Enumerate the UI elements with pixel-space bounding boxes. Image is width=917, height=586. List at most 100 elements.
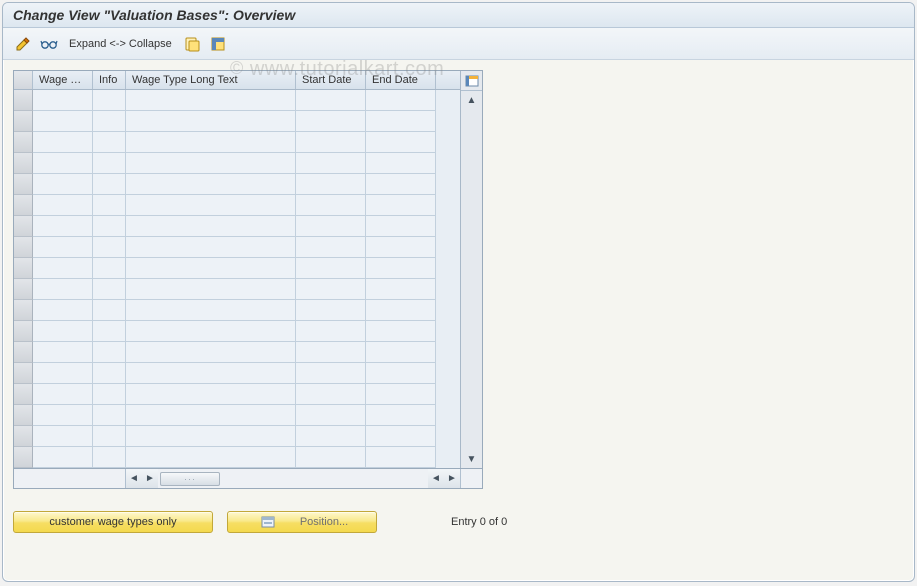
table-cell[interactable] [93, 153, 126, 174]
table-cell[interactable] [366, 363, 436, 384]
table-cell[interactable] [126, 426, 296, 447]
column-wage-type-long-text[interactable]: Wage Type Long Text [126, 71, 296, 89]
table-cell[interactable] [126, 90, 296, 111]
table-cell[interactable] [126, 111, 296, 132]
table-cell[interactable] [296, 153, 366, 174]
table-row[interactable] [14, 342, 460, 363]
table-cell[interactable] [296, 174, 366, 195]
column-row-selector[interactable] [14, 71, 33, 89]
table-row[interactable] [14, 405, 460, 426]
row-selector-cell[interactable] [14, 132, 33, 153]
table-cell[interactable] [33, 426, 93, 447]
table-cell[interactable] [93, 111, 126, 132]
row-selector-cell[interactable] [14, 300, 33, 321]
table-cell[interactable] [296, 111, 366, 132]
table-cell[interactable] [33, 237, 93, 258]
table-row[interactable] [14, 90, 460, 111]
table-cell[interactable] [296, 216, 366, 237]
table-cell[interactable] [296, 426, 366, 447]
table-row[interactable] [14, 195, 460, 216]
scroll-left-end-icon[interactable]: ◄ [428, 469, 444, 488]
table-cell[interactable] [296, 258, 366, 279]
table-cell[interactable] [93, 300, 126, 321]
table-cell[interactable] [296, 195, 366, 216]
row-selector-cell[interactable] [14, 405, 33, 426]
table-cell[interactable] [366, 426, 436, 447]
table-cell[interactable] [126, 447, 296, 468]
column-wage-type[interactable]: Wage Ty... [33, 71, 93, 89]
row-selector-cell[interactable] [14, 111, 33, 132]
table-cell[interactable] [93, 174, 126, 195]
row-selector-cell[interactable] [14, 258, 33, 279]
table-cell[interactable] [366, 90, 436, 111]
table-cell[interactable] [296, 363, 366, 384]
table-cell[interactable] [93, 342, 126, 363]
table-cell[interactable] [126, 258, 296, 279]
row-selector-cell[interactable] [14, 321, 33, 342]
scroll-down-icon[interactable]: ▼ [461, 450, 482, 468]
row-selector-cell[interactable] [14, 426, 33, 447]
table-cell[interactable] [33, 132, 93, 153]
table-cell[interactable] [366, 258, 436, 279]
table-cell[interactable] [366, 405, 436, 426]
scroll-up-icon[interactable]: ▲ [461, 91, 482, 109]
table-cell[interactable] [33, 321, 93, 342]
table-row[interactable] [14, 279, 460, 300]
table-cell[interactable] [126, 300, 296, 321]
change-icon[interactable] [13, 34, 33, 54]
configure-columns-icon[interactable] [461, 71, 482, 91]
table-row[interactable] [14, 132, 460, 153]
table-cell[interactable] [296, 384, 366, 405]
table-cell[interactable] [126, 132, 296, 153]
table-cell[interactable] [126, 195, 296, 216]
table-cell[interactable] [366, 279, 436, 300]
table-cell[interactable] [33, 279, 93, 300]
row-selector-cell[interactable] [14, 90, 33, 111]
table-cell[interactable] [93, 195, 126, 216]
table-cell[interactable] [93, 216, 126, 237]
table-cell[interactable] [93, 321, 126, 342]
table-cell[interactable] [366, 174, 436, 195]
customer-wage-types-button[interactable]: customer wage types only [13, 511, 213, 533]
table-cell[interactable] [33, 216, 93, 237]
column-end-date[interactable]: End Date [366, 71, 436, 89]
select-block-icon[interactable] [208, 34, 228, 54]
table-cell[interactable] [366, 384, 436, 405]
table-cell[interactable] [33, 258, 93, 279]
delimit-icon[interactable] [182, 34, 202, 54]
expand-collapse-button[interactable]: Expand <-> Collapse [65, 38, 176, 50]
table-cell[interactable] [126, 384, 296, 405]
table-cell[interactable] [93, 258, 126, 279]
row-selector-cell[interactable] [14, 237, 33, 258]
column-info[interactable]: Info [93, 71, 126, 89]
row-selector-cell[interactable] [14, 195, 33, 216]
table-cell[interactable] [33, 111, 93, 132]
table-row[interactable] [14, 300, 460, 321]
table-cell[interactable] [93, 132, 126, 153]
table-cell[interactable] [126, 174, 296, 195]
table-cell[interactable] [296, 132, 366, 153]
table-cell[interactable] [366, 153, 436, 174]
row-selector-cell[interactable] [14, 153, 33, 174]
scroll-right-inner-icon[interactable]: ► [142, 469, 158, 488]
row-selector-cell[interactable] [14, 216, 33, 237]
scroll-thumb-horizontal[interactable]: ··· [160, 472, 220, 486]
table-cell[interactable] [33, 342, 93, 363]
table-cell[interactable] [33, 363, 93, 384]
table-cell[interactable] [33, 447, 93, 468]
table-cell[interactable] [296, 447, 366, 468]
table-row[interactable] [14, 258, 460, 279]
table-row[interactable] [14, 153, 460, 174]
horizontal-scrollbar[interactable]: ◄ ► ··· ◄ ► [13, 469, 483, 489]
table-cell[interactable] [33, 384, 93, 405]
scroll-right-icon[interactable]: ► [444, 469, 460, 488]
table-cell[interactable] [93, 363, 126, 384]
table-cell[interactable] [126, 237, 296, 258]
row-selector-cell[interactable] [14, 174, 33, 195]
table-cell[interactable] [126, 216, 296, 237]
row-selector-cell[interactable] [14, 342, 33, 363]
table-row[interactable] [14, 426, 460, 447]
table-cell[interactable] [93, 447, 126, 468]
scroll-left-icon[interactable]: ◄ [126, 469, 142, 488]
table-row[interactable] [14, 237, 460, 258]
